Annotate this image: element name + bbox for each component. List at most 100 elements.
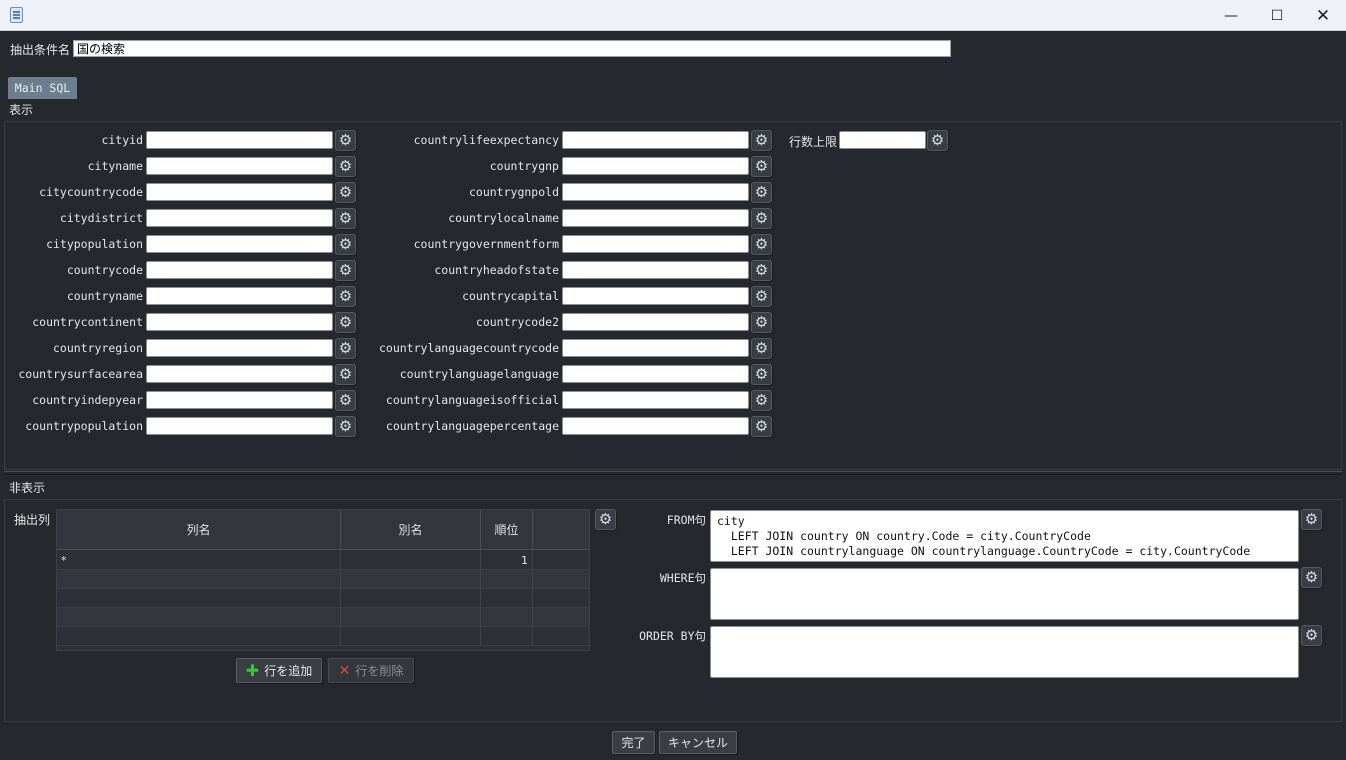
- gear-icon[interactable]: ⚙: [335, 390, 356, 411]
- column-header-order[interactable]: 順位: [481, 510, 533, 550]
- table-row[interactable]: [57, 627, 589, 646]
- table-cell[interactable]: [341, 589, 481, 608]
- table-cell[interactable]: [341, 570, 481, 589]
- field-input-countrylanguagecountrycode[interactable]: [562, 339, 749, 357]
- gear-icon[interactable]: ⚙: [751, 156, 772, 177]
- field-input-countrycode2[interactable]: [562, 313, 749, 331]
- field-input-countrylanguageisofficial[interactable]: [562, 391, 749, 409]
- field-input-citydistrict[interactable]: [146, 209, 333, 227]
- field-input-countrylanguagepercentage[interactable]: [562, 417, 749, 435]
- field-label-citypopulation: citypopulation: [46, 237, 143, 251]
- gear-icon[interactable]: ⚙: [1301, 625, 1322, 646]
- gear-icon[interactable]: ⚙: [335, 208, 356, 229]
- table-cell[interactable]: [533, 589, 589, 608]
- extract-columns-table[interactable]: 列名 別名 順位 * 1: [56, 509, 590, 651]
- table-cell[interactable]: *: [57, 551, 341, 570]
- table-cell[interactable]: [57, 608, 341, 627]
- splitter[interactable]: [4, 471, 1342, 475]
- gear-icon[interactable]: ⚙: [335, 364, 356, 385]
- where-clause-textarea[interactable]: [710, 568, 1299, 620]
- tab-main-sql[interactable]: Main SQL: [8, 77, 77, 99]
- gear-icon[interactable]: ⚙: [335, 416, 356, 437]
- gear-icon[interactable]: ⚙: [751, 312, 772, 333]
- field-input-citycountrycode[interactable]: [146, 183, 333, 201]
- field-input-countryname[interactable]: [146, 287, 333, 305]
- gear-icon[interactable]: ⚙: [751, 416, 772, 437]
- gear-icon[interactable]: ⚙: [751, 234, 772, 255]
- table-row[interactable]: * 1: [57, 551, 589, 570]
- table-cell[interactable]: [481, 589, 533, 608]
- table-row[interactable]: [57, 570, 589, 589]
- field-input-countrycapital[interactable]: [562, 287, 749, 305]
- table-cell[interactable]: [57, 627, 341, 646]
- gear-icon[interactable]: ⚙: [335, 156, 356, 177]
- gear-icon[interactable]: ⚙: [751, 338, 772, 359]
- field-input-countryheadofstate[interactable]: [562, 261, 749, 279]
- gear-icon[interactable]: ⚙: [335, 130, 356, 151]
- gear-icon[interactable]: ⚙: [1301, 567, 1322, 588]
- table-cell[interactable]: [57, 570, 341, 589]
- column-header-extra[interactable]: [533, 510, 589, 550]
- table-cell[interactable]: [341, 608, 481, 627]
- column-header-name[interactable]: 列名: [57, 510, 341, 550]
- gear-icon[interactable]: ⚙: [335, 182, 356, 203]
- field-input-countrygnpold[interactable]: [562, 183, 749, 201]
- field-input-countryindepyear[interactable]: [146, 391, 333, 409]
- field-input-countrycode[interactable]: [146, 261, 333, 279]
- close-button[interactable]: ✕: [1300, 0, 1346, 31]
- row-limit-input[interactable]: [839, 131, 926, 149]
- add-row-button[interactable]: ✚ 行を追加: [236, 658, 322, 683]
- table-cell[interactable]: [481, 627, 533, 646]
- delete-row-button[interactable]: ✕ 行を削除: [328, 658, 414, 683]
- gear-icon[interactable]: ⚙: [1301, 509, 1322, 530]
- condition-name-input[interactable]: [73, 40, 951, 57]
- table-cell[interactable]: 1: [481, 551, 533, 570]
- orderby-clause-textarea[interactable]: [710, 626, 1299, 678]
- maximize-button[interactable]: ☐: [1254, 0, 1300, 31]
- field-input-countrylifeexpectancy[interactable]: [562, 131, 749, 149]
- gear-icon[interactable]: ⚙: [751, 208, 772, 229]
- table-cell[interactable]: [533, 570, 589, 589]
- gear-icon[interactable]: ⚙: [595, 509, 616, 530]
- document-icon: [10, 7, 23, 23]
- gear-icon[interactable]: ⚙: [335, 234, 356, 255]
- column-header-alias[interactable]: 別名: [341, 510, 481, 550]
- table-row[interactable]: [57, 589, 589, 608]
- field-input-countryregion[interactable]: [146, 339, 333, 357]
- table-cell[interactable]: [481, 570, 533, 589]
- table-cell[interactable]: [533, 608, 589, 627]
- table-row[interactable]: [57, 608, 589, 627]
- gear-icon[interactable]: ⚙: [751, 260, 772, 281]
- table-cell[interactable]: [533, 627, 589, 646]
- table-cell[interactable]: [341, 551, 481, 570]
- gear-icon[interactable]: ⚙: [927, 130, 948, 151]
- table-cell[interactable]: [57, 589, 341, 608]
- field-input-countrysurfacearea[interactable]: [146, 365, 333, 383]
- gear-icon[interactable]: ⚙: [335, 260, 356, 281]
- field-input-countrygnp[interactable]: [562, 157, 749, 175]
- field-input-cityid[interactable]: [146, 131, 333, 149]
- field-input-countrypopulation[interactable]: [146, 417, 333, 435]
- ok-button[interactable]: 完了: [612, 731, 655, 754]
- gear-icon[interactable]: ⚙: [751, 364, 772, 385]
- from-clause-textarea[interactable]: city LEFT JOIN country ON country.Code =…: [710, 510, 1299, 562]
- field-label-cityname: cityname: [87, 159, 143, 173]
- field-input-citypopulation[interactable]: [146, 235, 333, 253]
- table-cell[interactable]: [481, 608, 533, 627]
- gear-icon[interactable]: ⚙: [751, 182, 772, 203]
- minimize-button[interactable]: —: [1208, 0, 1254, 31]
- table-cell[interactable]: [341, 627, 481, 646]
- gear-icon[interactable]: ⚙: [335, 338, 356, 359]
- gear-icon[interactable]: ⚙: [751, 286, 772, 307]
- gear-icon[interactable]: ⚙: [751, 130, 772, 151]
- gear-icon[interactable]: ⚙: [335, 286, 356, 307]
- field-input-countrylocalname[interactable]: [562, 209, 749, 227]
- field-input-countrygovernmentform[interactable]: [562, 235, 749, 253]
- field-input-cityname[interactable]: [146, 157, 333, 175]
- cancel-button[interactable]: キャンセル: [659, 731, 737, 754]
- gear-icon[interactable]: ⚙: [751, 390, 772, 411]
- field-input-countrylanguagelanguage[interactable]: [562, 365, 749, 383]
- gear-icon[interactable]: ⚙: [335, 312, 356, 333]
- field-input-countrycontinent[interactable]: [146, 313, 333, 331]
- table-cell[interactable]: [533, 551, 589, 570]
